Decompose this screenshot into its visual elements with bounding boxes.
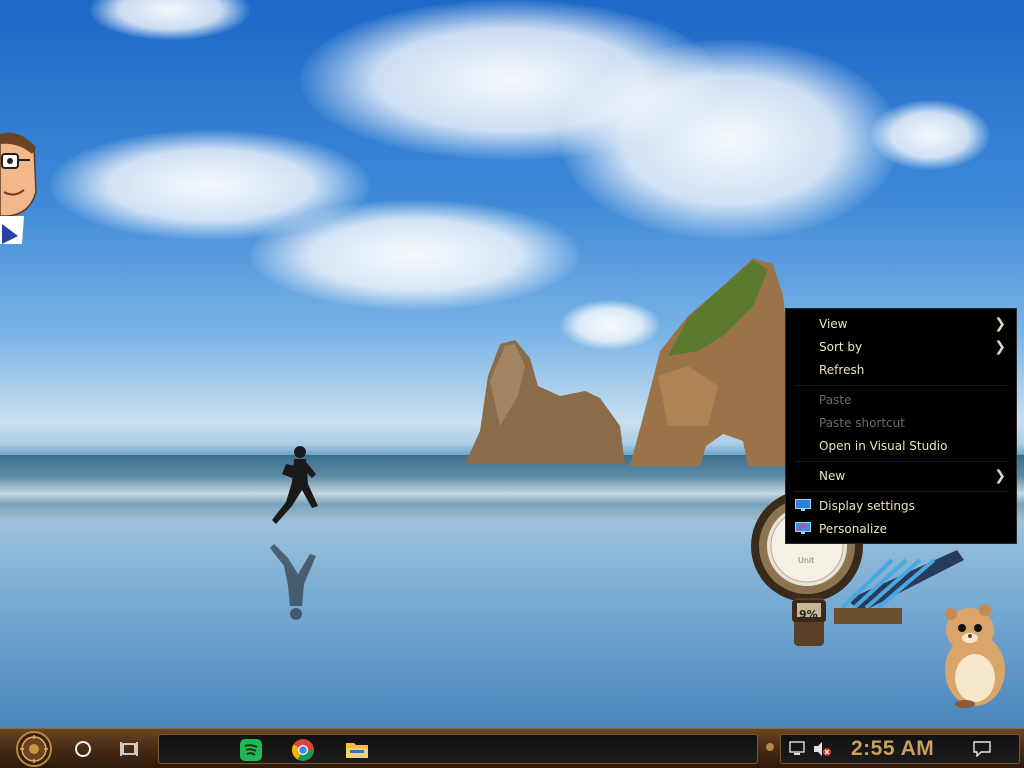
personalize-icon <box>795 522 811 534</box>
cortana-search-icon[interactable] <box>72 738 94 760</box>
menu-separator <box>794 491 1008 492</box>
runner-silhouette <box>270 446 318 620</box>
menu-item-label: New <box>819 469 846 483</box>
cloud <box>250 200 580 310</box>
menu-item-personalize[interactable]: Personalize <box>786 518 1016 540</box>
menu-item-label: Open in Visual Studio <box>819 439 948 453</box>
menu-item-label: Paste shortcut <box>819 416 905 430</box>
menu-item-view[interactable]: View ❯ <box>786 313 1016 335</box>
small-rock <box>465 340 625 464</box>
cartoon-character[interactable] <box>0 132 40 247</box>
taskbar-ornament <box>766 743 774 751</box>
menu-item-refresh[interactable]: Refresh <box>786 359 1016 381</box>
menu-item-paste-shortcut[interactable]: Paste shortcut <box>786 412 1016 434</box>
start-button[interactable] <box>8 731 60 767</box>
task-view-icon[interactable] <box>118 738 140 760</box>
menu-item-label: Personalize <box>819 522 888 536</box>
action-center-icon[interactable] <box>973 741 991 757</box>
menu-item-label: Refresh <box>819 363 865 377</box>
cloud <box>90 0 250 40</box>
clock[interactable]: 2:55 AM <box>851 737 934 761</box>
menu-item-label: Display settings <box>819 499 915 513</box>
gauge-unit-label: Unit <box>798 556 815 565</box>
menu-item-open-in-visual-studio[interactable]: Open in Visual Studio <box>786 435 1016 457</box>
volume-muted-icon[interactable] <box>813 741 831 757</box>
menu-item-label: Paste <box>819 393 852 407</box>
network-icon[interactable] <box>789 741 807 757</box>
file-explorer-icon[interactable] <box>345 738 369 762</box>
desktop-context-menu: View ❯ Sort by ❯ Refresh Paste Paste sho… <box>785 308 1017 544</box>
chevron-right-icon: ❯ <box>994 468 1006 484</box>
pinned-apps-bar <box>158 734 758 764</box>
menu-item-label: Sort by <box>819 340 863 354</box>
chevron-right-icon: ❯ <box>994 339 1006 355</box>
menu-item-label: View <box>819 317 848 331</box>
menu-item-paste[interactable]: Paste <box>786 389 1016 411</box>
cloud <box>870 100 990 170</box>
spotify-icon[interactable] <box>239 738 263 762</box>
menu-item-new[interactable]: New ❯ <box>786 465 1016 487</box>
menu-separator <box>794 461 1008 462</box>
chevron-right-icon: ❯ <box>994 316 1006 332</box>
gauge-percent: 9% <box>799 608 818 621</box>
display-icon <box>795 499 811 511</box>
taskbar: 2:55 AM <box>0 728 1024 768</box>
menu-item-display-settings[interactable]: Display settings <box>786 495 1016 517</box>
cloud <box>560 40 900 240</box>
menu-item-sort-by[interactable]: Sort by ❯ <box>786 336 1016 358</box>
chrome-icon[interactable] <box>291 738 315 762</box>
menu-separator <box>794 385 1008 386</box>
system-tray: 2:55 AM <box>780 734 1020 764</box>
arch-rock <box>630 258 790 466</box>
hamster-character[interactable] <box>935 600 1010 710</box>
